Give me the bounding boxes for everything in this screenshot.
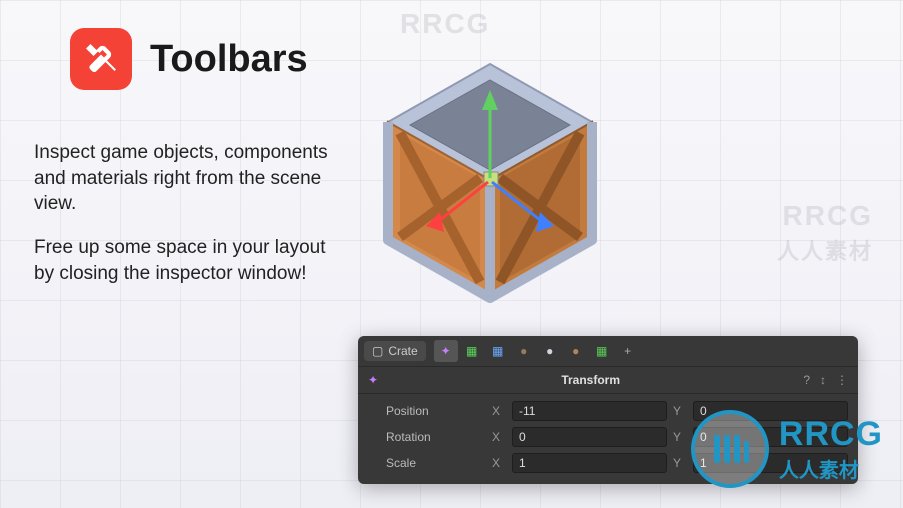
transform-component-header[interactable]: ✦ Transform ? ↕ ⋮ xyxy=(358,367,858,394)
cube-icon: ▢ xyxy=(372,344,383,358)
feature-header: Toolbars xyxy=(70,28,308,90)
object-toolbar: ▢ Crate ✦▦▦●●●▦+ xyxy=(358,336,858,367)
desc-paragraph-2: Free up some space in your layout by clo… xyxy=(34,235,344,286)
desc-paragraph-1: Inspect game objects, components and mat… xyxy=(34,140,344,217)
sphere-tool-2[interactable]: ● xyxy=(538,340,562,362)
scale-x-input[interactable]: 1 xyxy=(512,453,667,473)
sphere-tool-1[interactable]: ● xyxy=(512,340,536,362)
axis-y-label: Y xyxy=(673,456,687,470)
transform-tool[interactable]: ✦ xyxy=(434,340,458,362)
object-name: Crate xyxy=(388,344,417,358)
axis-y-label: Y xyxy=(673,404,687,418)
position-x-input[interactable]: -11 xyxy=(512,401,667,421)
watermark: RRCG xyxy=(783,200,873,232)
axis-x-label: X xyxy=(492,404,506,418)
menu-icon[interactable]: ⋮ xyxy=(836,373,848,387)
transform-axis-icon: ✦ xyxy=(368,373,378,387)
brand-badge-icon xyxy=(691,410,769,488)
help-icon[interactable]: ? xyxy=(803,373,810,387)
object-selector[interactable]: ▢ Crate xyxy=(364,341,426,361)
axis-x-label: X xyxy=(492,456,506,470)
axis-x-label: X xyxy=(492,430,506,444)
sphere-tool-3[interactable]: ● xyxy=(564,340,588,362)
feature-description: Inspect game objects, components and mat… xyxy=(34,140,344,304)
rotation-x-input[interactable]: 0 xyxy=(512,427,667,447)
brand-logo: RRCG 人人素材 xyxy=(691,410,883,488)
add-tool[interactable]: + xyxy=(616,340,640,362)
brand-name: RRCG xyxy=(779,415,883,454)
watermark-sub: 人人素材 xyxy=(777,234,873,266)
grid-tool-2[interactable]: ▦ xyxy=(486,340,510,362)
prop-label: Position xyxy=(368,404,486,418)
grid-tool-1[interactable]: ▦ xyxy=(460,340,484,362)
component-title: Transform xyxy=(386,373,795,387)
prop-label: Scale xyxy=(368,456,486,470)
scene-preview xyxy=(340,30,640,330)
brand-tagline: 人人素材 xyxy=(779,454,883,483)
prop-label: Rotation xyxy=(368,430,486,444)
feature-title: Toolbars xyxy=(150,38,308,81)
tools-icon xyxy=(70,28,132,90)
grid-tool-3[interactable]: ▦ xyxy=(590,340,614,362)
axis-y-label: Y xyxy=(673,430,687,444)
reset-icon[interactable]: ↕ xyxy=(820,373,826,387)
